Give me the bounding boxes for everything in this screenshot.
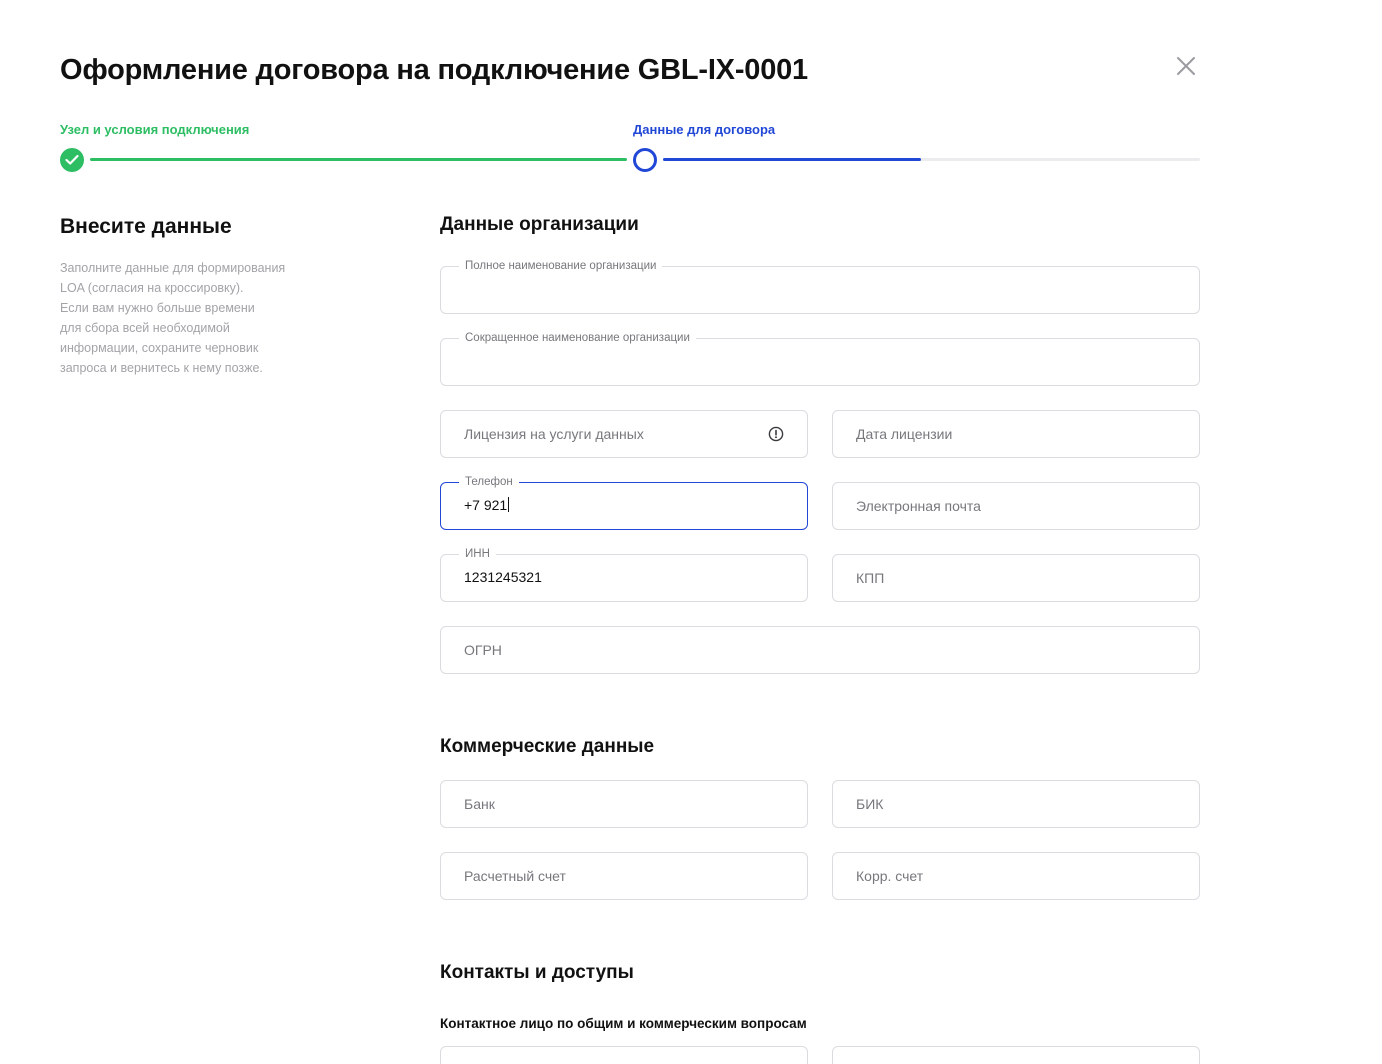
ogrn-placeholder: ОГРН (464, 642, 502, 658)
text-caret (508, 497, 510, 512)
step-2-progress-fill (663, 158, 921, 161)
ogrn-field[interactable]: ОГРН (440, 626, 1200, 674)
corr-account-field[interactable]: Корр. счет (832, 852, 1200, 900)
email-field[interactable]: Электронная почта (832, 482, 1200, 530)
side-description-line: LOA (согласия на кроссировку). (60, 281, 244, 295)
license-date-field[interactable]: Дата лицензии (832, 410, 1200, 458)
bank-field[interactable]: Банк (440, 780, 808, 828)
bik-placeholder: БИК (856, 796, 884, 812)
step-2-progress-track (663, 158, 1200, 161)
section-title-contacts: Контакты и доступы (440, 962, 634, 983)
step-1-progress-line (90, 158, 627, 161)
inn-field[interactable]: ИНН 1231245321 (440, 547, 808, 602)
phone-value-text: +7 921 (464, 497, 508, 513)
bik-field[interactable]: БИК (832, 780, 1200, 828)
phone-label: Телефон (459, 475, 519, 489)
full-name-field[interactable]: Полное наименование организации (440, 259, 1200, 314)
side-description-line: для сбора всей необходимой (60, 321, 230, 335)
inn-value[interactable]: 1231245321 (464, 569, 542, 585)
contact-name-field[interactable] (440, 1046, 808, 1064)
phone-field[interactable]: Телефон +7 921 (440, 475, 808, 530)
close-icon[interactable] (1172, 52, 1200, 80)
license-placeholder: Лицензия на услуги данных (464, 426, 644, 442)
section-title-organization: Данные организации (440, 214, 639, 235)
kpp-placeholder: КПП (856, 570, 885, 586)
phone-value[interactable]: +7 921 (464, 497, 510, 513)
section-title-commercial: Коммерческие данные (440, 736, 655, 757)
account-placeholder: Расчетный счет (464, 868, 566, 884)
info-icon[interactable] (768, 426, 784, 442)
full-name-label: Полное наименование организации (459, 259, 663, 273)
side-description-line: информации, сохраните черновик (60, 341, 259, 355)
license-field[interactable]: Лицензия на услуги данных (440, 410, 808, 458)
side-description: Заполните данные для формирования LOA (с… (60, 258, 320, 378)
side-description-line: Заполните данные для формирования (60, 261, 286, 275)
modal-title: Оформление договора на подключение GBL-I… (60, 54, 808, 86)
license-date-placeholder: Дата лицензии (856, 426, 953, 442)
contact-person-subtitle: Контактное лицо по общим и коммерческим … (440, 1016, 807, 1031)
corr-account-placeholder: Корр. счет (856, 868, 924, 884)
side-title: Внесите данные (60, 215, 232, 238)
step-1-label[interactable]: Узел и условия подключения (60, 122, 249, 137)
close-button[interactable] (1172, 52, 1200, 80)
checkmark-icon (65, 154, 79, 165)
side-description-line: запроса и вернитесь к нему позже. (60, 361, 263, 375)
short-name-label: Сокращенное наименование организации (459, 331, 696, 345)
step-1-completed-indicator (60, 148, 84, 172)
step-2-label: Данные для договора (633, 122, 776, 137)
step-2-active-indicator (633, 148, 657, 172)
bank-placeholder: Банк (464, 796, 495, 812)
side-description-line: Если вам нужно больше времени (60, 301, 255, 315)
kpp-field[interactable]: КПП (832, 554, 1200, 602)
contact-position-field[interactable] (832, 1046, 1200, 1064)
short-name-field[interactable]: Сокращенное наименование организации (440, 331, 1200, 386)
email-placeholder: Электронная почта (856, 498, 981, 514)
account-field[interactable]: Расчетный счет (440, 852, 808, 900)
inn-label: ИНН (459, 547, 496, 561)
